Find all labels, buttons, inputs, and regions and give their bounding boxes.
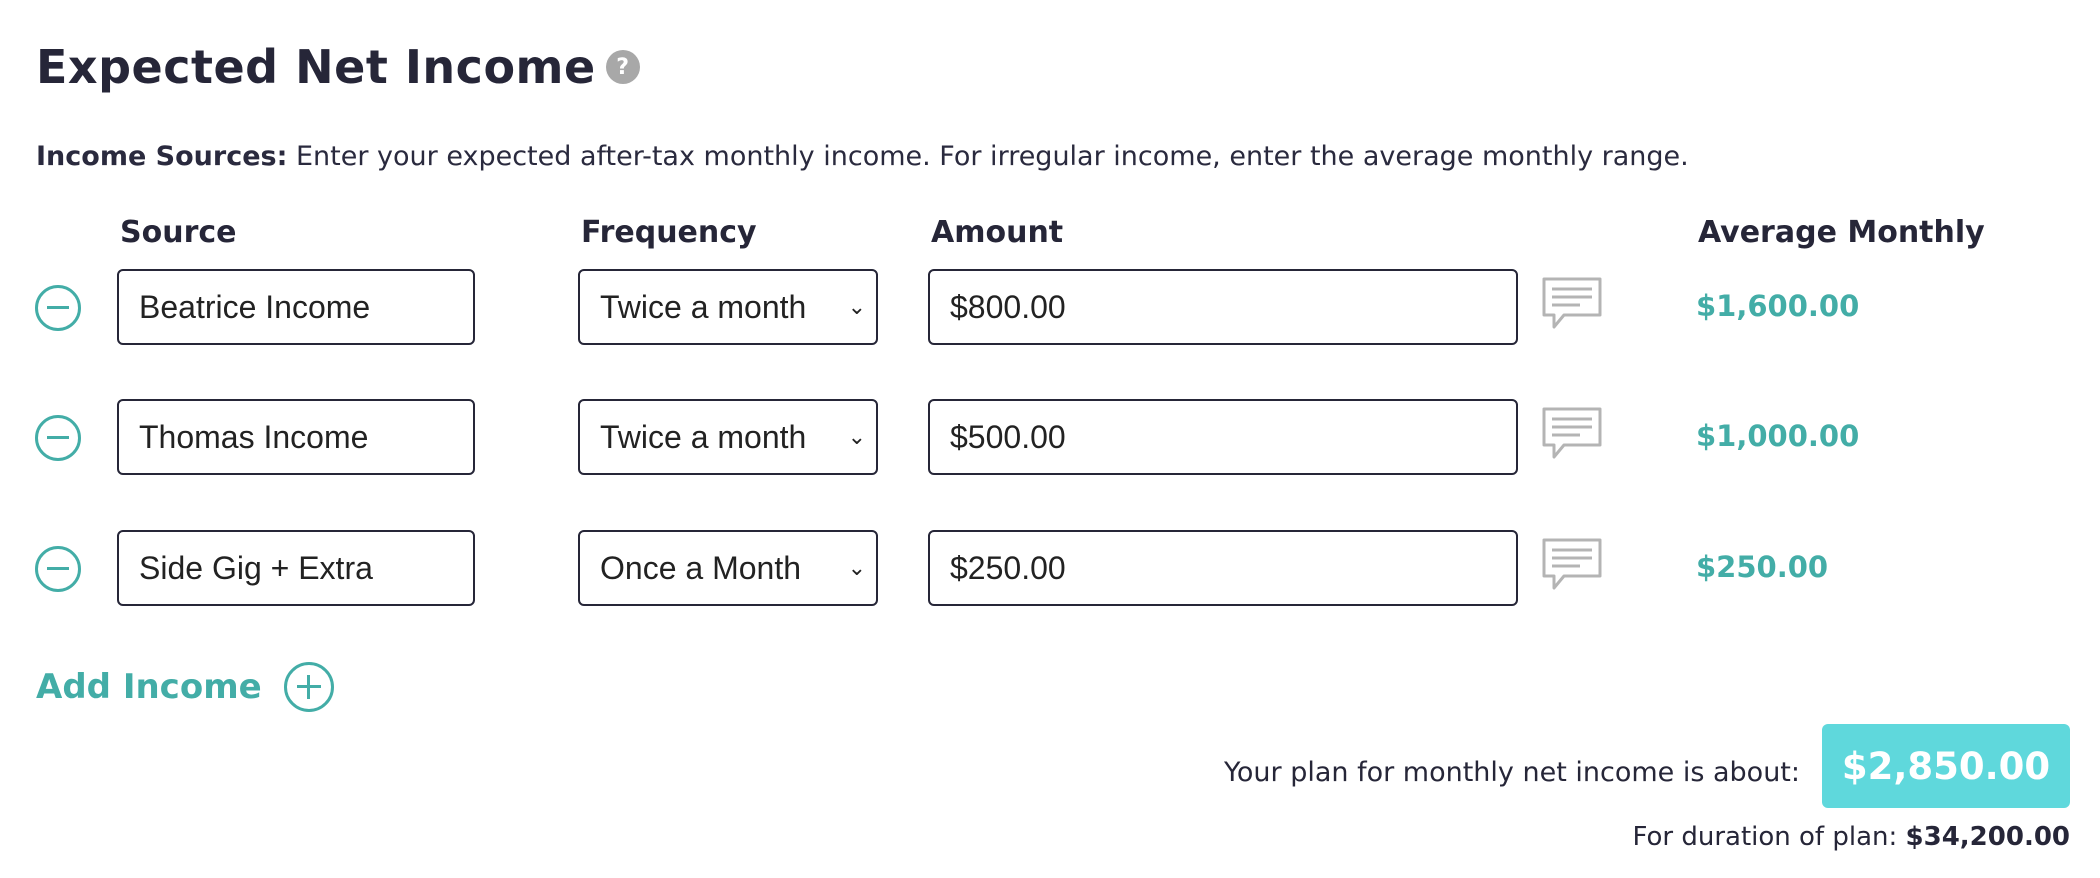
monthly-total-badge: $2,850.00: [1822, 724, 2070, 808]
column-header-frequency: Frequency: [581, 215, 757, 250]
comment-icon[interactable]: [1540, 405, 1604, 461]
title-row: Expected Net Income ?: [36, 40, 640, 94]
income-row: Beatrice Income Twice a month ⌄ $800.00 …: [0, 269, 2100, 345]
chevron-down-icon: ⌄: [847, 294, 866, 319]
frequency-value: Twice a month: [600, 289, 807, 325]
frequency-select[interactable]: Twice a month ⌄: [578, 269, 878, 345]
source-input[interactable]: Thomas Income: [117, 399, 475, 475]
remove-income-icon[interactable]: [35, 546, 81, 592]
remove-income-icon[interactable]: [35, 415, 81, 461]
column-header-average-monthly: Average Monthly: [1698, 215, 1985, 250]
column-header-amount: Amount: [931, 215, 1064, 250]
intro-label: Income Sources:: [36, 141, 288, 172]
frequency-select[interactable]: Once a Month ⌄: [578, 530, 878, 606]
chevron-down-icon: ⌄: [847, 424, 866, 449]
chevron-down-icon: ⌄: [847, 555, 866, 580]
income-row: Side Gig + Extra Once a Month ⌄ $250.00 …: [0, 530, 2100, 606]
average-monthly-value: $250.00: [1696, 550, 1829, 584]
amount-input[interactable]: $250.00: [928, 530, 1518, 606]
average-monthly-value: $1,600.00: [1696, 289, 1860, 323]
frequency-value: Once a Month: [600, 550, 801, 586]
comment-icon[interactable]: [1540, 275, 1604, 331]
help-icon[interactable]: ?: [605, 50, 640, 84]
expected-net-income-panel: Expected Net Income ? Income Sources: En…: [0, 0, 2100, 878]
comment-icon[interactable]: [1540, 536, 1604, 592]
income-row: Thomas Income Twice a month ⌄ $500.00 $1…: [0, 399, 2100, 475]
duration-total: $34,200.00: [1905, 822, 2070, 852]
amount-input[interactable]: $800.00: [928, 269, 1518, 345]
source-input[interactable]: Side Gig + Extra: [117, 530, 475, 606]
amount-input[interactable]: $500.00: [928, 399, 1518, 475]
frequency-select[interactable]: Twice a month ⌄: [578, 399, 878, 475]
monthly-summary-label: Your plan for monthly net income is abou…: [1223, 757, 1800, 788]
duration-label: For duration of plan:: [1632, 822, 1898, 852]
frequency-value: Twice a month: [600, 419, 807, 455]
duration-summary: For duration of plan: $34,200.00: [1632, 822, 2070, 852]
plus-circle-icon[interactable]: [283, 662, 334, 712]
average-monthly-value: $1,000.00: [1696, 419, 1860, 453]
remove-income-icon[interactable]: [35, 285, 81, 331]
add-income-label: Add Income: [36, 667, 262, 707]
add-income-button[interactable]: Add Income: [36, 662, 334, 712]
column-header-source: Source: [120, 215, 237, 250]
intro-text: Income Sources: Enter your expected afte…: [36, 141, 1689, 172]
page-title: Expected Net Income: [36, 40, 596, 94]
source-input[interactable]: Beatrice Income: [117, 269, 475, 345]
intro-description: Enter your expected after-tax monthly in…: [295, 141, 1689, 172]
